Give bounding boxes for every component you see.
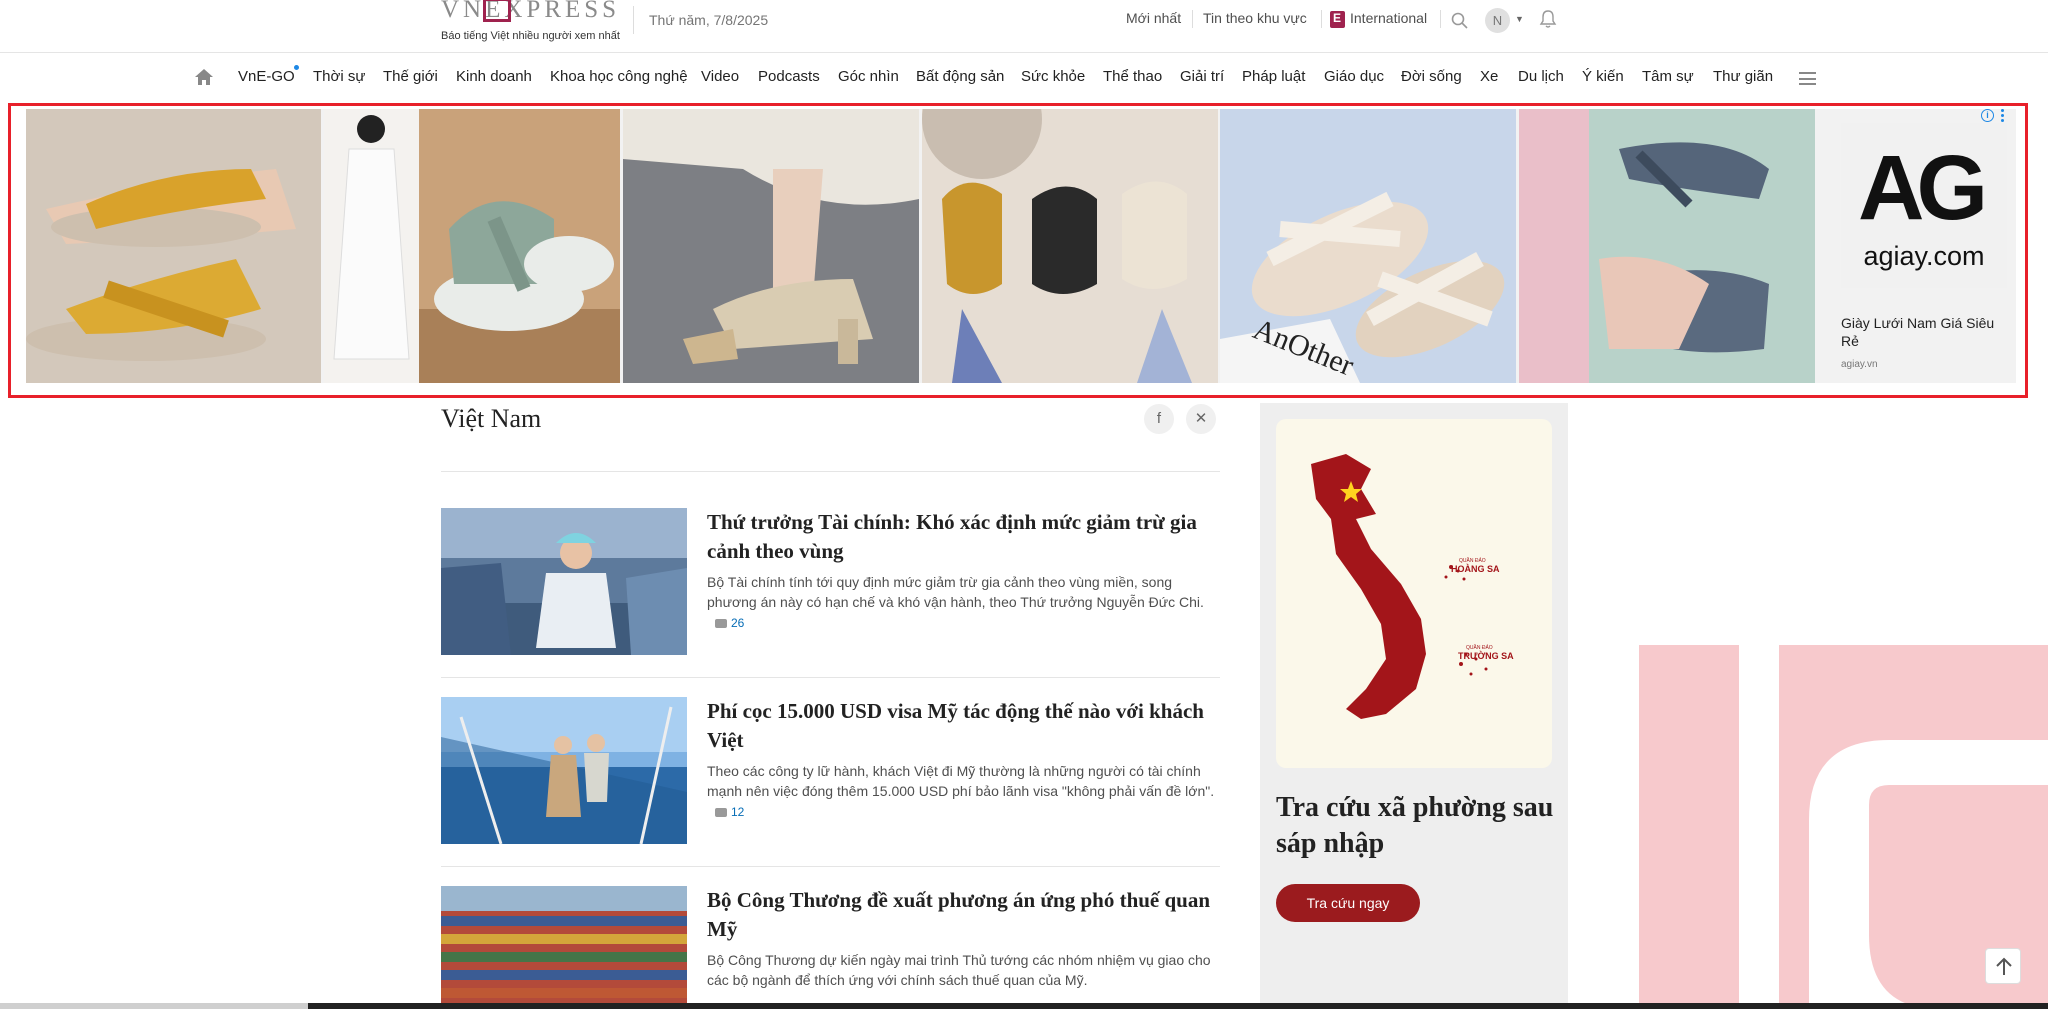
international-icon	[1330, 11, 1345, 28]
nav-item-y-kien[interactable]: Ý kiến	[1582, 68, 1624, 85]
nav-item-xe[interactable]: Xe	[1480, 68, 1498, 85]
article-description: Theo các công ty lữ hành, khách Việt đi …	[707, 761, 1217, 822]
divider	[1192, 10, 1193, 28]
vnexpress-logo[interactable]: VNEXPRESS Báo tiếng Việt nhiều người xem…	[441, 0, 621, 46]
ad-product-image[interactable]	[1519, 109, 1815, 383]
divider	[1440, 10, 1441, 28]
nav-item-giai-tri[interactable]: Giải trí	[1180, 68, 1224, 85]
logo-wordmark: VNEXPRESS	[441, 0, 621, 23]
divider	[441, 866, 1220, 867]
nav-item-vne-go[interactable]: VnE-GO	[238, 68, 295, 85]
logo-tagline: Báo tiếng Việt nhiều người xem nhất	[441, 30, 620, 42]
nav-item-bat-dong-san[interactable]: Bất động sản	[916, 68, 1004, 85]
nav-item-video[interactable]: Video	[701, 68, 739, 85]
nav-item-suc-khoe[interactable]: Sức khỏe	[1021, 68, 1085, 85]
article-description: Bộ Tài chính tính tới quy định mức giảm …	[707, 572, 1217, 633]
nav-item-doi-song[interactable]: Đời sống	[1401, 68, 1462, 85]
nav-item-the-thao[interactable]: Thể thao	[1103, 68, 1162, 85]
arrow-up-icon	[1996, 957, 2012, 975]
article-description-text: Bộ Tài chính tính tới quy định mức giảm …	[707, 574, 1204, 610]
nav-item-khoa-hoc[interactable]: Khoa học công nghệ	[550, 68, 688, 85]
user-avatar[interactable]: N	[1485, 8, 1510, 33]
article-thumbnail[interactable]	[441, 508, 687, 655]
link-regional-news[interactable]: Tin theo khu vực	[1203, 10, 1307, 26]
article-description-text: Bộ Công Thương dự kiến ngày mai trình Th…	[707, 952, 1211, 988]
ad-product-image[interactable]	[324, 109, 620, 383]
nav-item-phap-luat[interactable]: Pháp luật	[1242, 68, 1305, 85]
advertiser-logo[interactable]: AG agiay.com	[1841, 123, 2007, 288]
comment-icon	[715, 808, 727, 817]
chevron-down-icon[interactable]: ▼	[1515, 14, 1524, 24]
ad-product-image[interactable]	[623, 109, 919, 383]
article-title[interactable]: Phí cọc 15.000 USD visa Mỹ tác động thế …	[707, 697, 1217, 755]
ag-logo-domain: agiay.com	[1863, 241, 1985, 271]
menu-icon[interactable]	[1799, 72, 1816, 85]
article-thumbnail[interactable]	[441, 697, 687, 844]
ad-product-image[interactable]	[922, 109, 1218, 383]
map-label: TRƯỜNG SA	[1458, 650, 1514, 661]
ad-title[interactable]: Giày Lưới Nam Giá Siêu Rẻ	[1841, 314, 2006, 350]
scroll-to-top-button[interactable]	[1985, 948, 2021, 984]
promo-title[interactable]: Tra cứu xã phường sau sáp nhập	[1276, 790, 1556, 862]
lookup-now-button[interactable]: Tra cứu ngay	[1276, 884, 1420, 922]
nav-item-thu-gian[interactable]: Thư giãn	[1713, 68, 1773, 85]
notification-dot	[293, 64, 300, 71]
facebook-icon[interactable]: f	[1144, 404, 1174, 434]
divider	[441, 471, 1220, 472]
article-description: Bộ Công Thương dự kiến ngày mai trình Th…	[707, 950, 1217, 990]
nav-item-du-lich[interactable]: Du lịch	[1518, 68, 1564, 85]
nav-item-podcasts[interactable]: Podcasts	[758, 68, 820, 85]
scrollbar-thumb[interactable]	[0, 1003, 308, 1009]
link-international[interactable]: International	[1350, 10, 1427, 26]
more-options-icon[interactable]	[2001, 109, 2005, 123]
home-icon[interactable]	[193, 66, 215, 88]
map-label: QUẦN ĐẢO	[1466, 644, 1493, 651]
divider	[1321, 10, 1322, 28]
section-title[interactable]: Việt Nam	[441, 404, 541, 434]
search-icon[interactable]	[1451, 12, 1468, 29]
map-mainland-shape	[1311, 454, 1426, 719]
top-header: VNEXPRESS Báo tiếng Việt nhiều người xem…	[0, 0, 2048, 53]
ad-domain[interactable]: agiay.vn	[1841, 359, 1878, 370]
logo-box-icon	[483, 0, 511, 22]
nav-item-giao-duc[interactable]: Giáo dục	[1324, 68, 1384, 85]
article-description-text: Theo các công ty lữ hành, khách Việt đi …	[707, 763, 1215, 799]
article-thumbnail[interactable]	[441, 886, 687, 1009]
article-title[interactable]: Bộ Công Thương đề xuất phương án ứng phó…	[707, 886, 1217, 944]
comment-count[interactable]: 12	[715, 802, 744, 822]
current-date: Thứ năm, 7/8/2025	[649, 12, 769, 28]
comment-count-value: 12	[731, 805, 745, 819]
ad-banner[interactable]: AnOther AG agiay.com Giày Lưới Nam Giá S…	[8, 103, 2028, 398]
link-latest[interactable]: Mới nhất	[1126, 10, 1181, 26]
nav-item-kinh-doanh[interactable]: Kinh doanh	[456, 68, 532, 85]
comment-count[interactable]: 26	[715, 613, 744, 633]
article-item[interactable]: Thứ trưởng Tài chính: Khó xác định mức g…	[441, 508, 1220, 658]
vietnam-map: QUẦN ĐẢO HOÀNG SA QUẦN ĐẢO TRƯỜNG SA	[1276, 419, 1552, 768]
horizontal-scrollbar[interactable]	[0, 1003, 2048, 1009]
x-twitter-icon[interactable]: ✕	[1186, 404, 1216, 434]
ad-info-icon[interactable]: i	[1981, 109, 1994, 122]
article-item[interactable]: Bộ Công Thương đề xuất phương án ứng phó…	[441, 886, 1220, 1009]
ad-product-row: AnOther AG agiay.com Giày Lưới Nam Giá S…	[26, 109, 2016, 383]
article-title[interactable]: Thứ trưởng Tài chính: Khó xác định mức g…	[707, 508, 1217, 566]
nav-item-tam-su[interactable]: Tâm sự	[1642, 68, 1694, 85]
bell-icon[interactable]	[1539, 9, 1557, 29]
lookup-promo-card[interactable]: QUẦN ĐẢO HOÀNG SA QUẦN ĐẢO TRƯỜNG SA Tra…	[1260, 403, 1568, 1009]
main-nav: VnE-GO Thời sự Thế giới Kinh doanh Khoa …	[0, 54, 2048, 101]
ag-logo-mark: AG	[1858, 137, 1988, 239]
nav-item-the-gioi[interactable]: Thế giới	[383, 68, 438, 85]
ad-product-image[interactable]	[26, 109, 321, 383]
ad-product-image[interactable]: AnOther	[1220, 109, 1516, 383]
nav-item-goc-nhin[interactable]: Góc nhìn	[838, 68, 899, 85]
divider	[441, 677, 1220, 678]
comment-icon	[715, 619, 727, 628]
map-label: HOÀNG SA	[1451, 564, 1500, 574]
article-item[interactable]: Phí cọc 15.000 USD visa Mỹ tác động thế …	[441, 697, 1220, 847]
nav-item-thoi-su[interactable]: Thời sự	[313, 68, 365, 85]
map-label: QUẦN ĐẢO	[1459, 557, 1486, 564]
divider	[633, 6, 634, 34]
comment-count-value: 26	[731, 616, 745, 630]
